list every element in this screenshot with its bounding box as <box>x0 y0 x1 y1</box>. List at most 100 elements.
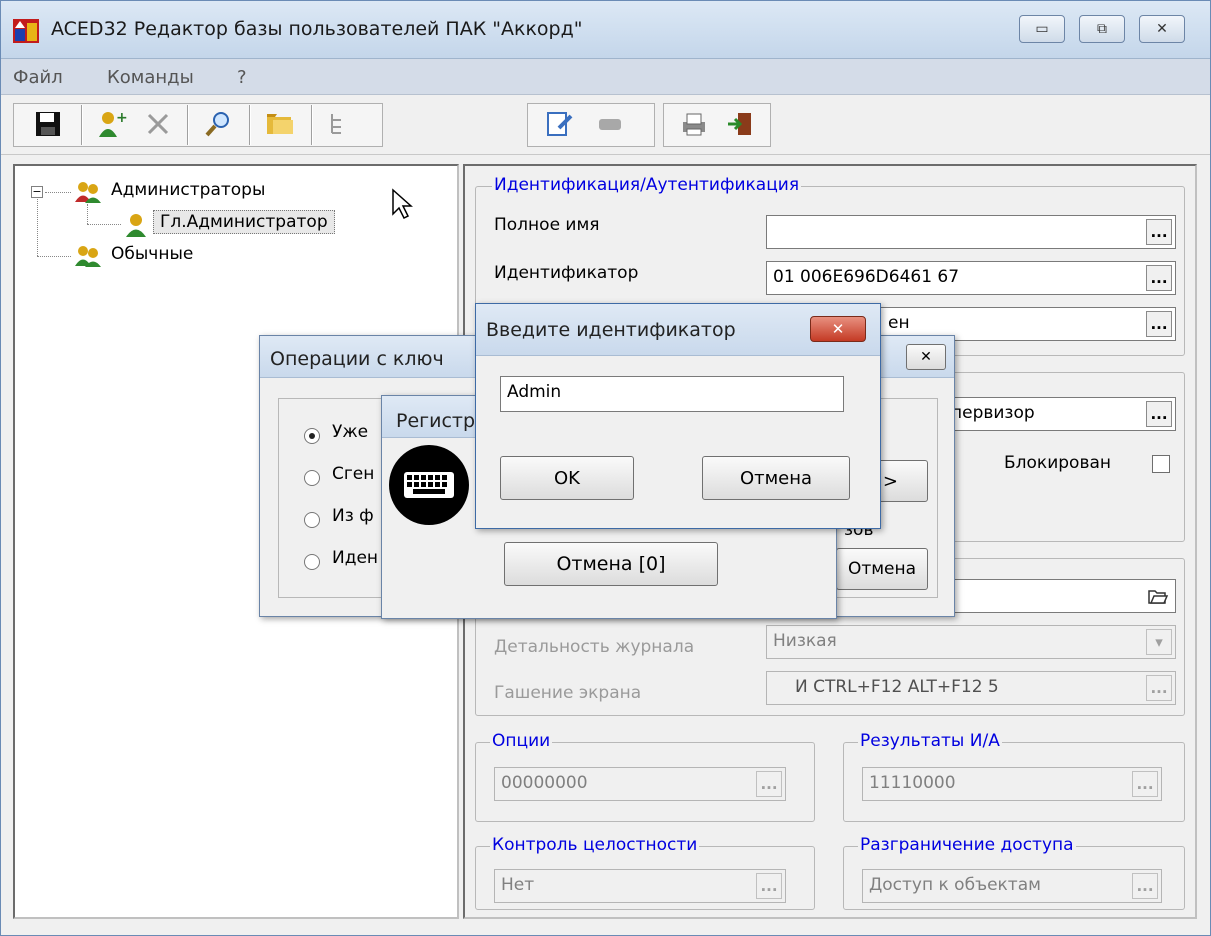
key-edit-button[interactable] <box>543 107 577 141</box>
integrity-legend: Контроль целостности <box>490 835 700 855</box>
results-field[interactable]: 11110000 ... <box>862 767 1162 801</box>
search-button[interactable] <box>201 107 235 141</box>
menu-help[interactable]: ? <box>237 67 247 88</box>
identifier-value: 01 006E696D6461 67 <box>773 267 960 287</box>
svg-text:+: + <box>116 110 127 126</box>
fullname-label: Полное имя <box>494 215 600 235</box>
toolbar-separator <box>249 105 251 145</box>
identifier-browse-button[interactable]: ... <box>1146 265 1172 291</box>
access-legend: Разграничение доступа <box>858 835 1076 855</box>
screen-value: И CTRL+F12 ALT+F12 5 <box>795 677 999 697</box>
maximize-button[interactable]: ⧉ <box>1079 15 1125 43</box>
save-button[interactable] <box>31 107 65 141</box>
registration-cancel-button[interactable]: Отмена [0] <box>504 542 718 586</box>
options-field[interactable]: 00000000 ... <box>494 767 786 801</box>
tree-item-regular[interactable]: Обычные <box>111 244 193 264</box>
open-folder-button[interactable] <box>263 107 297 141</box>
main-window: ACED32 Редактор базы пользователей ПАК "… <box>0 0 1211 936</box>
options-browse-button[interactable]: ... <box>756 771 782 797</box>
radio-identifier[interactable] <box>304 554 320 570</box>
delete-button[interactable] <box>141 107 175 141</box>
add-user-button[interactable]: + <box>95 107 129 141</box>
fullname-field[interactable]: ... <box>766 215 1176 249</box>
toolbar-separator <box>311 105 313 145</box>
ops-cancel-label: Отмена <box>847 559 917 579</box>
menu-commands[interactable]: Команды <box>107 67 194 88</box>
registration-cancel-label: Отмена [0] <box>556 553 666 575</box>
results-group: Результаты И/А 11110000 ... <box>843 731 1185 822</box>
options-value: 00000000 <box>501 773 588 793</box>
exit-door-icon <box>728 113 751 135</box>
auth-browse-button[interactable]: ... <box>1146 311 1172 337</box>
tree-view-button[interactable] <box>323 107 357 141</box>
identifier-label: Идентификатор <box>494 263 639 283</box>
print-icon <box>683 113 705 136</box>
delete-icon <box>147 113 169 135</box>
close-button[interactable]: ✕ <box>1139 15 1185 43</box>
ops-cancel-button[interactable]: Отмена <box>836 548 928 590</box>
blocked-checkbox[interactable] <box>1152 455 1170 473</box>
enter-identifier-dialog: Введите идентификатор ✕ Admin OK Отмена <box>475 303 881 529</box>
key-disabled-button[interactable] <box>593 107 627 141</box>
radio-generate[interactable] <box>304 470 320 486</box>
fullname-browse-button[interactable]: ... <box>1146 219 1172 245</box>
tree-expand-toggle[interactable]: − <box>31 186 43 198</box>
tree-connector <box>37 199 38 256</box>
radio-existing-label: Уже <box>332 422 369 442</box>
identifier-field[interactable]: 01 006E696D6461 67 ... <box>766 261 1176 295</box>
radio-generate-label: Сген <box>332 464 375 484</box>
close-icon: ✕ <box>920 349 932 365</box>
dropdown-arrow-icon[interactable]: ▾ <box>1146 629 1172 655</box>
integrity-browse-button[interactable]: ... <box>756 873 782 899</box>
key-disabled-icon <box>599 119 621 130</box>
detail-select[interactable]: Низкая ▾ <box>766 625 1176 659</box>
toolbar: + <box>1 95 1210 155</box>
radio-from-file-label: Из ф <box>332 506 374 526</box>
open-file-icon[interactable] <box>1147 585 1169 607</box>
options-group: Опции 00000000 ... <box>475 731 815 822</box>
detail-value: Низкая <box>773 631 837 651</box>
cursor-icon <box>392 188 413 220</box>
results-browse-button[interactable]: ... <box>1132 771 1158 797</box>
minimize-button[interactable]: ▭ <box>1019 15 1065 43</box>
tree-connector <box>87 224 121 225</box>
tree-item-head-admin[interactable]: Гл.Администратор <box>153 210 335 234</box>
menu-file[interactable]: Файл <box>13 67 63 88</box>
role-value: первизор <box>951 403 1035 423</box>
key-operations-close-button[interactable]: ✕ <box>906 344 946 370</box>
close-icon: ✕ <box>831 320 845 338</box>
ident-legend: Идентификация/Аутентификация <box>492 175 802 195</box>
print-button[interactable] <box>677 107 711 141</box>
folder-icon <box>267 114 293 134</box>
access-value: Доступ к объектам <box>869 875 1041 895</box>
search-icon <box>205 112 229 137</box>
enter-identifier-close-button[interactable]: ✕ <box>810 316 866 342</box>
tree-item-administrators[interactable]: Администраторы <box>111 180 265 200</box>
access-browse-button[interactable]: ... <box>1132 873 1158 899</box>
role-browse-button[interactable]: ... <box>1146 401 1172 427</box>
tree-connector <box>87 204 88 224</box>
user-icon <box>126 214 146 237</box>
key-operations-title: Операции с ключ <box>270 348 444 370</box>
maximize-icon: ⧉ <box>1097 21 1107 37</box>
identifier-input[interactable]: Admin <box>500 376 844 412</box>
app-icon <box>13 19 39 43</box>
access-field[interactable]: Доступ к объектам ... <box>862 869 1162 903</box>
cancel-button[interactable]: Отмена <box>702 456 850 500</box>
radio-identifier-label: Иден <box>332 548 379 568</box>
registration-title: Регистр <box>396 410 476 432</box>
tree-connector <box>45 192 71 193</box>
close-icon: ✕ <box>1156 21 1168 37</box>
radio-existing[interactable] <box>304 428 320 444</box>
screen-field[interactable]: И CTRL+F12 ALT+F12 5 ... <box>766 671 1176 705</box>
ok-button-label: OK <box>554 467 580 489</box>
integrity-field[interactable]: Нет ... <box>494 869 786 903</box>
radio-from-file[interactable] <box>304 512 320 528</box>
add-user-icon: + <box>99 110 127 137</box>
integrity-group: Контроль целостности Нет ... <box>475 835 815 910</box>
screen-browse-button[interactable]: ... <box>1146 675 1172 701</box>
exit-button[interactable] <box>723 107 757 141</box>
results-value: 11110000 <box>869 773 956 793</box>
ok-button[interactable]: OK <box>500 456 634 500</box>
results-legend: Результаты И/А <box>858 731 1002 751</box>
